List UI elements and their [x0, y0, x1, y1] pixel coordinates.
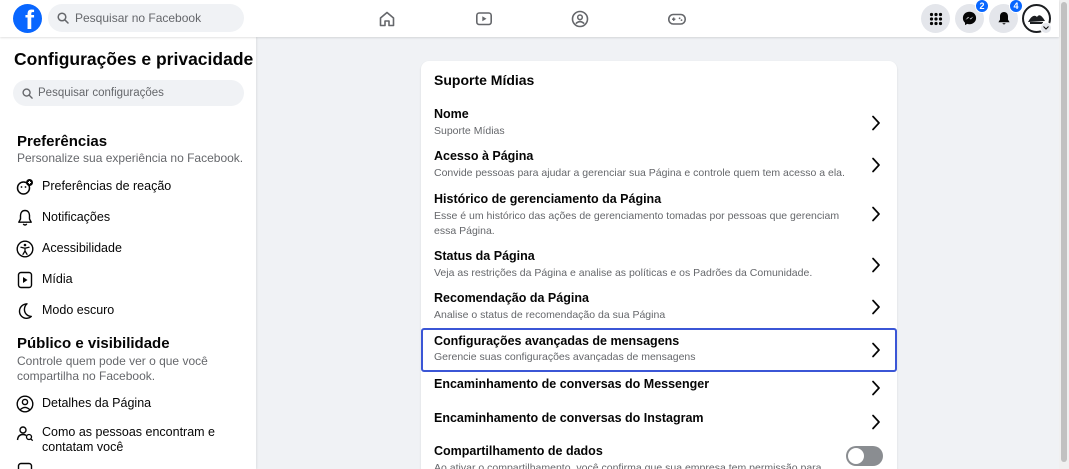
facebook-search-box[interactable]: [48, 4, 244, 32]
media-icon: [15, 270, 35, 290]
sidebar-item-label: Acessibilidade: [42, 241, 122, 255]
watch-icon[interactable]: [471, 6, 497, 32]
chevron-right-icon: [869, 413, 883, 431]
chevron-right-icon: [869, 205, 883, 223]
search-icon: [57, 12, 69, 24]
sidebar-item-reaction-preferences[interactable]: Preferências de reação: [15, 177, 245, 197]
data-sharing-toggle[interactable]: [846, 446, 883, 466]
setting-row-instagram-routing[interactable]: Encaminhamento de conversas do Instagram: [421, 411, 897, 441]
menu-button[interactable]: [921, 4, 950, 33]
sidebar-item-label: Preferências de reação: [42, 179, 172, 193]
setting-row-page-status[interactable]: Status da Página Veja as restrições da P…: [421, 249, 897, 289]
toggle-knob: [848, 448, 864, 464]
setting-title: Acesso à Página: [434, 149, 534, 163]
sidebar-item-accessibility[interactable]: Acessibilidade: [15, 239, 245, 259]
setting-row-page-recommendation[interactable]: Recomendação da Página Analise o status …: [421, 291, 897, 331]
setting-title: Configurações avançadas de mensagens: [434, 334, 680, 348]
sidebar-item-next-partial[interactable]: [15, 461, 245, 469]
moon-icon: [15, 301, 35, 321]
setting-title: Nome: [434, 107, 469, 121]
facebook-search-input[interactable]: [75, 11, 235, 25]
reaction-icon: [15, 177, 35, 197]
notifications-badge: 4: [1009, 0, 1023, 13]
section-title-preferences: Preferências: [17, 133, 108, 150]
settings-search-box[interactable]: [13, 80, 244, 106]
bell-icon: [15, 208, 35, 228]
card-title: Suporte Mídias: [434, 72, 535, 88]
setting-title: Encaminhamento de conversas do Messenger: [434, 377, 710, 391]
sidebar-item-label: Mídia: [42, 272, 73, 286]
sidebar-item-label: Como as pessoas encontram e contatam voc…: [42, 425, 216, 454]
find-people-icon: [15, 423, 35, 443]
chevron-right-icon: [869, 379, 883, 397]
account-menu-chevron[interactable]: [1040, 22, 1052, 34]
page-scrollbar[interactable]: [1059, 0, 1069, 469]
chevron-right-icon: [869, 156, 883, 174]
list-icon: [15, 461, 35, 469]
scrollbar-thumb[interactable]: [1061, 2, 1067, 462]
sidebar-item-page-details[interactable]: Detalhes da Página: [15, 394, 245, 414]
setting-title: Recomendação da Página: [434, 291, 589, 305]
setting-description: Ao ativar o compartilhamento, você confi…: [434, 462, 822, 469]
sidebar-item-media[interactable]: Mídia: [15, 270, 245, 290]
sidebar-item-label: Notificações: [42, 210, 111, 224]
sidebar-item-find-and-contact[interactable]: Como as pessoas encontram e contatam voc…: [15, 423, 245, 455]
setting-row-advanced-messaging[interactable]: Configurações avançadas de mensagens Ger…: [421, 328, 897, 372]
setting-title: Encaminhamento de conversas do Instagram: [434, 411, 704, 425]
home-icon[interactable]: [374, 6, 400, 32]
top-navigation-bar: f 2 4: [0, 0, 1059, 37]
section-description-preferences: Personalize sua experiência no Facebook.: [17, 151, 244, 165]
sidebar-item-notifications[interactable]: Notificações: [15, 208, 245, 228]
setting-description: Gerencie suas configurações avançadas de…: [434, 351, 696, 363]
messenger-button[interactable]: 2: [955, 0, 989, 33]
setting-row-management-history[interactable]: Histórico de gerenciamento da Página Ess…: [421, 192, 897, 244]
chevron-right-icon: [869, 341, 883, 359]
search-icon: [22, 87, 33, 99]
setting-description: Veja as restrições da Página e analise a…: [434, 267, 813, 279]
sidebar-item-label: Detalhes da Página: [42, 396, 152, 410]
setting-description: Suporte Mídias: [434, 125, 505, 137]
setting-title: Histórico de gerenciamento da Página: [434, 192, 662, 206]
sidebar-item-dark-mode[interactable]: Modo escuro: [15, 301, 245, 321]
setting-description: Analise o status de recomendação da sua …: [434, 309, 666, 321]
section-description-audience: Controle quem pode ver o que você compar…: [17, 354, 208, 383]
section-title-audience: Público e visibilidade: [17, 335, 170, 352]
settings-search-input[interactable]: [38, 87, 238, 99]
setting-description: Esse é um histórico das ações de gerenci…: [434, 210, 840, 237]
accessibility-icon: [15, 239, 35, 259]
setting-row-data-sharing: Compartilhamento de dados Ao ativar o co…: [421, 444, 897, 469]
setting-row-page-access[interactable]: Acesso à Página Convide pessoas para aju…: [421, 149, 897, 189]
chevron-right-icon: [869, 256, 883, 274]
gaming-icon[interactable]: [664, 6, 690, 32]
setting-title: Compartilhamento de dados: [434, 444, 603, 458]
chevron-right-icon: [869, 114, 883, 132]
page-settings-card: Suporte Mídias Nome Suporte Mídias Acess…: [421, 61, 897, 469]
setting-row-messenger-routing[interactable]: Encaminhamento de conversas do Messenger: [421, 377, 897, 407]
groups-icon[interactable]: [567, 6, 593, 32]
chevron-right-icon: [869, 298, 883, 316]
facebook-logo[interactable]: f: [13, 4, 42, 33]
chevron-down-icon: [1043, 26, 1049, 30]
setting-description: Convide pessoas para ajudar a gerenciar …: [434, 167, 845, 179]
setting-row-name[interactable]: Nome Suporte Mídias: [421, 107, 897, 147]
messenger-icon: [962, 11, 977, 26]
sidebar-item-label: Modo escuro: [42, 303, 115, 317]
profile-icon: [15, 394, 35, 414]
setting-title: Status da Página: [434, 249, 535, 263]
grid-menu-icon: [929, 12, 942, 25]
messenger-badge: 2: [975, 0, 989, 13]
notifications-button[interactable]: 4: [989, 0, 1023, 33]
bell-icon: [997, 12, 1010, 25]
page-title: Configurações e privacidade: [14, 49, 254, 69]
settings-sidebar: Configurações e privacidade Preferências…: [0, 37, 256, 469]
